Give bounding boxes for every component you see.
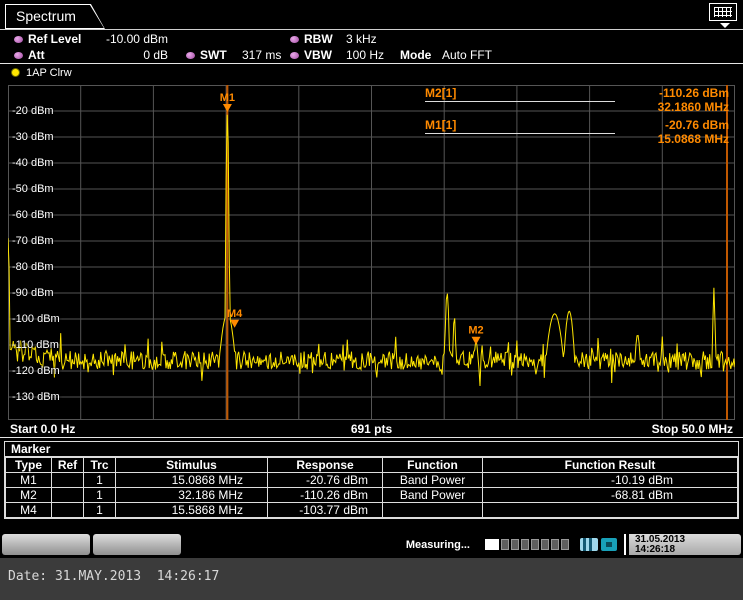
cell-ref (52, 473, 84, 488)
progress-segment (521, 539, 529, 550)
status-indicator-icon-2 (601, 538, 617, 551)
cell-function: Band Power (383, 488, 483, 503)
progress-segment (501, 539, 509, 550)
marker-table-header-row: Type Ref Trc Stimulus Response Function … (6, 458, 738, 473)
marker-info-m2-freq: 32.1860 MHz (658, 101, 729, 114)
keyboard-icon[interactable] (709, 3, 737, 21)
progress-segment (511, 539, 519, 550)
cell-function-result (483, 503, 738, 518)
col-header-function: Function (383, 458, 483, 473)
cell-ref (52, 488, 84, 503)
cell-response: -20.76 dBm (268, 473, 383, 488)
rbw-label[interactable]: RBW (304, 32, 333, 46)
status-bar-spacer (184, 534, 403, 555)
att-bullet-icon (14, 52, 23, 59)
swt-label[interactable]: SWT (200, 48, 227, 62)
col-header-ref: Ref (52, 458, 84, 473)
tab-spectrum-label: Spectrum (6, 5, 104, 28)
vbw-label[interactable]: VBW (304, 48, 332, 62)
spectrum-analyzer-screen: Spectrum Ref Level -10.00 dBm RBW 3 kHz … (0, 0, 743, 600)
marker-m2-icon[interactable] (472, 337, 481, 345)
cell-trc: 1 (84, 473, 116, 488)
cell-type: M4 (6, 503, 52, 518)
measuring-status-text: Measuring... (406, 539, 470, 551)
col-header-response: Response (268, 458, 383, 473)
tab-spectrum[interactable]: Spectrum (5, 4, 105, 29)
cell-function-result: -68.81 dBm (483, 488, 738, 503)
x-axis-row: Start 0.0 Hz 691 pts Stop 50.0 MHz (0, 421, 743, 438)
trace1-color-icon (11, 68, 20, 77)
x-axis-stop-label: Stop 50.0 MHz (652, 422, 733, 436)
marker-m2-label: M2 (468, 325, 483, 337)
swt-bullet-icon (186, 52, 195, 59)
table-row[interactable]: M2 1 32.186 MHz -110.26 dBm Band Power -… (6, 488, 738, 503)
marker-info-m1-level: -20.76 dBm (665, 119, 729, 132)
cell-function (383, 503, 483, 518)
marker-table: Type Ref Trc Stimulus Response Function … (5, 457, 738, 518)
progress-segment (485, 539, 499, 550)
trace-canvas[interactable]: M1 M4 M2 (8, 85, 735, 420)
col-header-trc: Trc (84, 458, 116, 473)
mode-value[interactable]: Auto FFT (442, 48, 492, 62)
cell-type: M1 (6, 473, 52, 488)
marker-table-title: Marker (5, 442, 738, 457)
settings-header: Ref Level -10.00 dBm RBW 3 kHz Att 0 dB … (0, 31, 743, 64)
status-bar: Measuring... 31.05.2013 14:26:18 (2, 534, 741, 555)
mode-label: Mode (400, 48, 431, 62)
trace-legend: 1AP Clrw (0, 66, 743, 82)
status-icons (580, 534, 617, 555)
footer-date-text: Date: 31.MAY.2013 14:26:17 (8, 569, 219, 584)
progress-segment (531, 539, 539, 550)
status-bar-divider (624, 534, 626, 555)
x-axis-points-label: 691 pts (0, 422, 743, 436)
rbw-value[interactable]: 3 kHz (346, 32, 377, 46)
vbw-bullet-icon (290, 52, 299, 59)
marker-info-m1-name: M1[1] (425, 119, 456, 132)
cell-function: Band Power (383, 473, 483, 488)
att-value[interactable]: 0 dB (60, 48, 168, 62)
cell-trc: 1 (84, 503, 116, 518)
table-row[interactable]: M4 1 15.5868 MHz -103.77 dBm (6, 503, 738, 518)
col-header-type: Type (6, 458, 52, 473)
cell-response: -110.26 dBm (268, 488, 383, 503)
marker-info-underline (425, 101, 615, 102)
progress-segment (561, 539, 569, 550)
display-area: Spectrum Ref Level -10.00 dBm RBW 3 kHz … (0, 0, 743, 558)
cell-function-result: -10.19 dBm (483, 473, 738, 488)
datetime-display: 31.05.2013 14:26:18 (629, 534, 741, 555)
marker-info-m2-level: -110.26 dBm (659, 87, 729, 100)
cell-ref (52, 503, 84, 518)
cell-trc: 1 (84, 488, 116, 503)
cell-stimulus: 15.0868 MHz (116, 473, 268, 488)
status-indicator-icon-1 (580, 538, 598, 551)
progress-segment (551, 539, 559, 550)
softkey-button-1[interactable] (2, 534, 90, 555)
col-header-stimulus: Stimulus (116, 458, 268, 473)
trace1-label[interactable]: 1AP Clrw (26, 67, 72, 79)
sweep-progress-indicator (485, 534, 569, 555)
swt-value[interactable]: 317 ms (242, 48, 281, 62)
table-row[interactable]: M1 1 15.0868 MHz -20.76 dBm Band Power -… (6, 473, 738, 488)
cell-response: -103.77 dBm (268, 503, 383, 518)
cell-stimulus: 32.186 MHz (116, 488, 268, 503)
ref-level-bullet-icon (14, 36, 23, 43)
progress-segment (541, 539, 549, 550)
col-header-function-result: Function Result (483, 458, 738, 473)
marker-info-m2-name: M2[1] (425, 87, 456, 100)
ref-level-value[interactable]: -10.00 dBm (60, 32, 168, 46)
marker-m4-label: M4 (227, 308, 243, 320)
cell-type: M2 (6, 488, 52, 503)
rbw-bullet-icon (290, 36, 299, 43)
att-label[interactable]: Att (28, 48, 45, 62)
vbw-value[interactable]: 100 Hz (346, 48, 384, 62)
status-time: 14:26:18 (635, 545, 741, 555)
cell-stimulus: 15.5868 MHz (116, 503, 268, 518)
tab-bar: Spectrum (0, 0, 743, 30)
marker-info-underline (425, 133, 615, 134)
marker-info-m1-freq: 15.0868 MHz (658, 133, 729, 146)
marker-m1-label: M1 (220, 92, 235, 104)
marker-table-panel: Marker Type Ref Trc Stimulus Response Fu… (4, 441, 739, 519)
softkey-button-2[interactable] (93, 534, 181, 555)
spectrum-plot[interactable]: M1 M4 M2 M2[1] -110.26 dBm 32.1860 MHz M1[… (8, 85, 735, 420)
